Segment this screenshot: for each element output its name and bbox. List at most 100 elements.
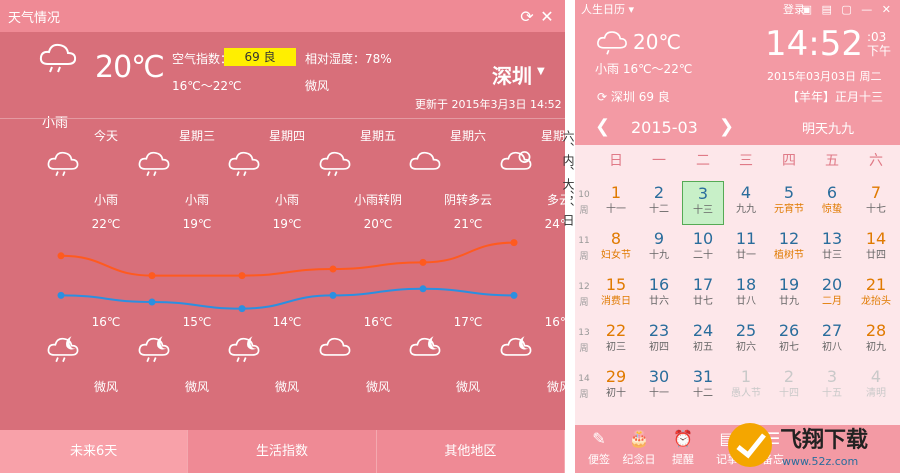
calendar-day[interactable]: 25 初六 (725, 319, 767, 363)
day-number: 9 (653, 229, 665, 248)
city-selector[interactable]: 深圳 (492, 60, 532, 89)
calendar-day[interactable]: 18 廿八 (725, 273, 767, 317)
low-temp-line (60, 287, 515, 310)
calendar-window: 人生日历 ▾ 登录 ▣ ▤ ▢ — ✕ 20℃ 小雨 16℃～22℃ 14:52… (575, 0, 900, 473)
calendar-day[interactable]: 1 十一 (595, 181, 637, 225)
calendar-day[interactable]: 2 十四 (768, 365, 810, 409)
calendar-day[interactable]: 4 九九 (725, 181, 767, 225)
low-temp-point (238, 305, 246, 313)
lunar-day: 十三 (693, 205, 713, 216)
current-temp: 20℃ (95, 50, 165, 85)
lunar-day: 二十 (693, 250, 713, 261)
app-title[interactable]: 人生日历 ▾ (581, 0, 634, 20)
day-number: 16 (648, 275, 670, 294)
calendar-day[interactable]: 13 廿三 (811, 227, 853, 271)
lunar-day: 十二 (693, 388, 713, 399)
calendar-day[interactable]: 6 惊蛰 (811, 181, 853, 225)
calendar-header: 人生日历 ▾ 登录 ▣ ▤ ▢ — ✕ 20℃ 小雨 16℃～22℃ 14:52… (575, 0, 900, 145)
calendar-day[interactable]: 26 初七 (768, 319, 810, 363)
calendar-day[interactable]: 12 植树节 (768, 227, 810, 271)
today-button[interactable]: 明天九九 (802, 118, 854, 137)
toolbar-button-0[interactable]: ✎ 便签 (579, 429, 619, 467)
calendar-day[interactable]: 19 廿九 (768, 273, 810, 317)
high-temp-point (148, 272, 156, 280)
calendar-day[interactable]: 5 元宵节 (768, 181, 810, 225)
calendar-day[interactable]: 20 二月 (811, 273, 853, 317)
window-controls[interactable]: ▣ ▤ ▢ — ✕ (802, 0, 894, 20)
day-number: 29 (605, 367, 627, 386)
month-label[interactable]: 2015-03 (631, 118, 698, 137)
calendar-day[interactable]: 23 初四 (638, 319, 680, 363)
day-number: 4 (870, 367, 882, 386)
day-number: 28 (865, 321, 887, 340)
day-number: 4 (740, 183, 752, 202)
lunar-day: 植树节 (774, 250, 804, 261)
weather-title: 天气情况 (8, 10, 61, 26)
weekday-label: 六 (869, 153, 883, 169)
toolbar-button-2[interactable]: ⏰ 提醒 (663, 429, 703, 467)
lunar-day: 初六 (736, 342, 756, 353)
current-date: 2015年03月03日 周二 (767, 70, 882, 83)
lunar-day: 九九 (736, 204, 756, 215)
chevron-down-icon[interactable]: ▼ (537, 66, 545, 77)
calendar-day[interactable]: 22 初三 (595, 319, 637, 363)
prev-month-icon[interactable]: ❮ (595, 116, 610, 137)
toolbar-button-1[interactable]: 🎂 纪念日 (619, 429, 659, 467)
calendar-day[interactable]: 10 二十 (682, 227, 724, 271)
calendar-aq[interactable]: ⟳ 深圳 69 良 (597, 88, 670, 105)
calendar-day[interactable]: 27 初八 (811, 319, 853, 363)
day-number: 20 (821, 275, 843, 294)
cake-icon: 🎂 (629, 429, 649, 448)
calendar-day[interactable]: 24 初五 (682, 319, 724, 363)
calendar-day[interactable]: 16 廿六 (638, 273, 680, 317)
calendar-day[interactable]: 2 十二 (638, 181, 680, 225)
calendar-day[interactable]: 14 廿四 (855, 227, 897, 271)
day-number: 18 (735, 275, 757, 294)
week-number: 11 周 (577, 233, 591, 265)
calendar-day[interactable]: 28 初九 (855, 319, 897, 363)
refresh-icon[interactable]: ⟳ (517, 7, 537, 26)
tab-life-index[interactable]: 生活指数 (188, 430, 377, 473)
day-number: 24 (692, 321, 714, 340)
calendar-day[interactable]: 7 十七 (855, 181, 897, 225)
calendar-day[interactable]: 21 龙抬头 (855, 273, 897, 317)
low-temp-point (329, 291, 337, 299)
tab-other-regions[interactable]: 其他地区 (377, 430, 565, 473)
lunar-day: 龙抬头 (861, 296, 891, 307)
calendar-day[interactable]: 3 十五 (811, 365, 853, 409)
calendar-day[interactable]: 9 十九 (638, 227, 680, 271)
day-number: 1 (610, 183, 622, 202)
day-number: 22 (605, 321, 627, 340)
high-temp-point (238, 272, 246, 280)
lunar-day: 二月 (822, 296, 842, 307)
calendar-day[interactable]: 29 初十 (595, 365, 637, 409)
calendar-day[interactable]: 17 廿七 (682, 273, 724, 317)
lunar-day: 初四 (649, 342, 669, 353)
day-number: 15 (605, 275, 627, 294)
current-wind: 微风 (305, 79, 330, 93)
next-month-icon[interactable]: ❯ (719, 116, 734, 137)
lunar-day: 惊蛰 (822, 204, 842, 215)
calendar-day[interactable]: 31 十二 (682, 365, 724, 409)
calendar-day[interactable]: 4 清明 (855, 365, 897, 409)
week-suffix: 周 (579, 390, 589, 400)
toolbar-button-label: 提醒 (672, 453, 694, 466)
calendar-day[interactable]: 11 廿一 (725, 227, 767, 271)
day-number: 10 (692, 229, 714, 248)
calendar-day[interactable]: 30 十一 (638, 365, 680, 409)
week-number-value: 14 (578, 374, 590, 384)
day-number: 13 (821, 229, 843, 248)
tab-future-6-days[interactable]: 未来6天 (0, 430, 189, 473)
lunar-day: 十七 (866, 204, 886, 215)
lunar-day: 十五 (822, 388, 842, 399)
day-number: 5 (783, 183, 795, 202)
week-number: 12 周 (577, 279, 591, 311)
seconds-value: :03 (867, 30, 887, 44)
calendar-day[interactable]: 8 妇女节 (595, 227, 637, 271)
calendar-day[interactable]: 1 愚人节 (725, 365, 767, 409)
calendar-day-today[interactable]: 3 十三 (682, 181, 724, 225)
day-number: 14 (865, 229, 887, 248)
close-icon[interactable]: ✕ (537, 7, 557, 26)
clock-seconds: :03 下午 (867, 30, 891, 58)
calendar-day[interactable]: 15 消费日 (595, 273, 637, 317)
